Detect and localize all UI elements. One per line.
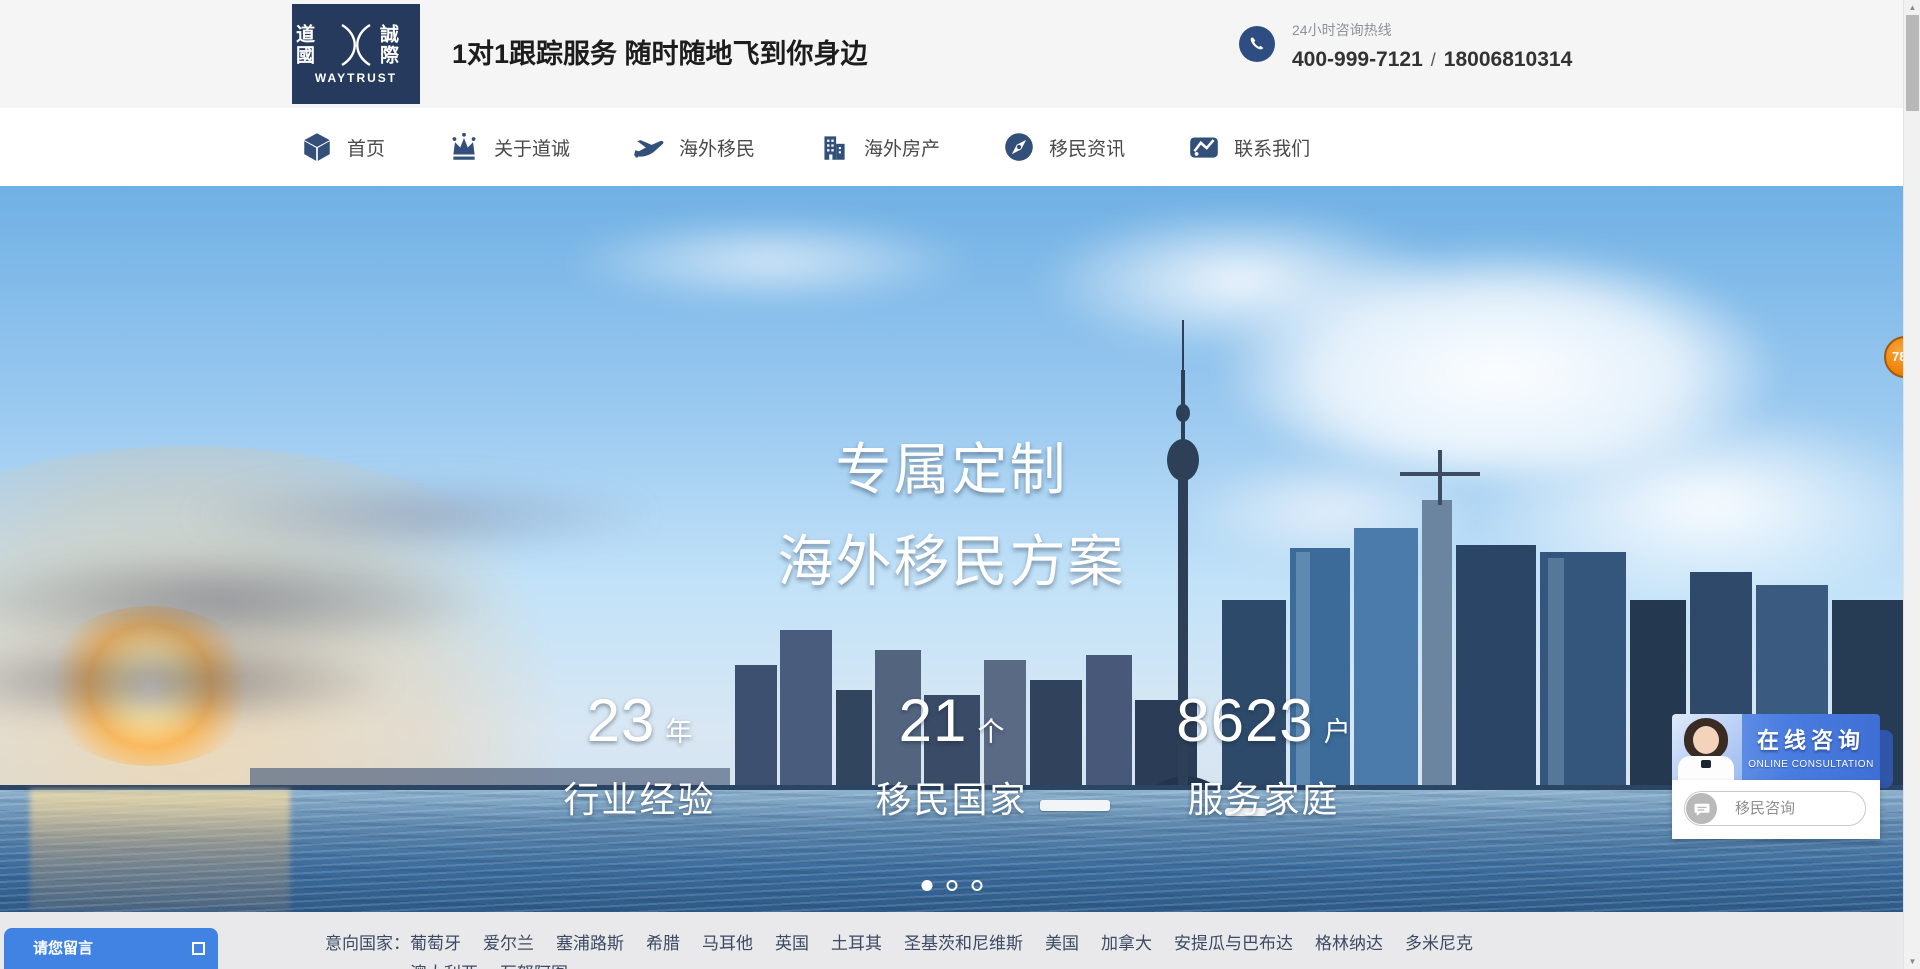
logo-cn-left: 道國 [293,24,335,66]
carousel-dots [921,880,982,891]
hero-banner: 专属定制 海外移民方案 23年 行业经验 21个 移民国家 8623 户 服务家庭 [0,186,1903,912]
nav-label: 移民资讯 [1049,134,1125,161]
logo-mark: 道國 誠際 [293,23,419,67]
nav-items: 首页 关于道诚 海外移民 [300,108,1372,186]
scrollbar-down-arrow[interactable]: ▼ [1904,957,1920,966]
page: 道國 誠際 WAYTRUST 1对1跟踪服务 随时随地飞到你身边 24小时咨询热… [0,0,1903,969]
consult-button-label: 移民咨询 [1735,792,1795,825]
phone-primary: 400-999-7121 [1292,48,1423,71]
nav-item-contact[interactable]: 联系我们 [1187,130,1310,164]
plane-icon [632,130,666,164]
nav-label: 海外移民 [679,134,755,161]
leave-message-bar[interactable]: 请您留言 [4,928,218,969]
stat-unit: 年 [665,710,692,749]
phone-icon [1239,26,1275,62]
stat-value: 21 [899,686,968,755]
nav-label: 关于道诚 [494,134,570,161]
country-link-antigua[interactable]: 安提瓜与巴布达 [1174,929,1293,959]
logo-cn-right: 誠際 [377,24,419,66]
restore-window-icon[interactable] [192,942,205,955]
footer: 意向国家： 葡萄牙 爱尔兰 塞浦路斯 希腊 马耳他 英国 土耳其 圣基茨和尼维斯… [0,912,1903,969]
nav-label: 首页 [347,134,385,161]
avatar-face [1693,726,1719,754]
nav-label: 联系我们 [1234,134,1310,161]
hotline-label: 24小时咨询热线 [1292,20,1392,40]
top-header: 道國 誠際 WAYTRUST 1对1跟踪服务 随时随地飞到你身边 24小时咨询热… [0,0,1903,108]
cube-icon [300,130,334,164]
country-link-grenada[interactable]: 格林纳达 [1315,929,1383,959]
footer-countries-row: 意向国家： 葡萄牙 爱尔兰 塞浦路斯 希腊 马耳他 英国 土耳其 圣基茨和尼维斯… [325,929,1580,969]
phone-numbers: 400-999-7121/18006810314 [1292,48,1572,72]
nav-item-immigration[interactable]: 海外移民 [632,130,755,164]
nav-label: 海外房产 [864,134,940,161]
logo[interactable]: 道國 誠際 WAYTRUST [292,4,420,104]
country-link-usa[interactable]: 美国 [1045,929,1079,959]
stat-label: 服务家庭 [1108,771,1420,823]
country-link-greece[interactable]: 希腊 [646,929,680,959]
scrollbar-up-arrow[interactable]: ▲ [1904,3,1920,12]
stat-unit: 个 [977,710,1004,749]
immigration-consult-button[interactable]: 移民咨询 [1684,791,1866,826]
nav-item-about[interactable]: 关于道诚 [447,130,570,164]
country-link-vanuatu[interactable]: 瓦努阿图 [500,959,568,969]
stat-value: 8623 [1176,686,1313,755]
consultation-titles: 在线咨询 ONLINE CONSULTATION [1742,714,1880,780]
avatar-bow [1701,760,1711,768]
consultant-avatar [1672,714,1742,780]
country-link-dominica[interactable]: 多米尼克 [1405,929,1473,959]
main-nav: 首页 关于道诚 海外移民 [0,108,1903,186]
country-link-australia[interactable]: 澳大利亚 [410,959,478,969]
nav-item-news[interactable]: 移民资讯 [1002,130,1125,164]
header-tagline: 1对1跟踪服务 随时随地飞到你身边 [452,0,868,108]
handshake-icon [1187,130,1221,164]
country-list: 葡萄牙 爱尔兰 塞浦路斯 希腊 马耳他 英国 土耳其 圣基茨和尼维斯 美国 加拿… [410,929,1580,969]
cloud [560,216,980,306]
compass-icon [1002,130,1036,164]
stat-experience: 23年 行业经验 [484,686,796,823]
country-link-malta[interactable]: 马耳他 [702,929,753,959]
carousel-dot-3[interactable] [971,880,982,891]
country-link-canada[interactable]: 加拿大 [1101,929,1152,959]
country-link-uk[interactable]: 英国 [775,929,809,959]
consultation-body: 移民咨询 [1672,780,1880,839]
scrollbar-thumb[interactable] [1906,15,1919,111]
stat-families: 8623 户 服务家庭 [1108,686,1420,823]
stat-unit: 户 [1324,710,1351,749]
logo-en: WAYTRUST [315,71,397,85]
phone-separator: / [1423,50,1444,70]
nav-item-property[interactable]: 海外房产 [817,130,940,164]
building-icon [817,130,851,164]
hero-stats: 23年 行业经验 21个 移民国家 8623 户 服务家庭 [484,686,1420,823]
hero-title-line1: 专属定制 [0,424,1903,516]
stat-value: 23 [587,686,656,755]
consultation-subtitle: ONLINE CONSULTATION [1742,759,1880,770]
logo-lens-icon [339,23,373,67]
country-link-stkitts[interactable]: 圣基茨和尼维斯 [904,929,1023,959]
nav-item-home[interactable]: 首页 [300,130,385,164]
country-link-turkey[interactable]: 土耳其 [831,929,882,959]
hero-title: 专属定制 海外移民方案 [0,424,1903,608]
stat-countries: 21个 移民国家 [796,686,1108,823]
message-bar-label: 请您留言 [33,928,93,969]
country-link-cyprus[interactable]: 塞浦路斯 [556,929,624,959]
hero-title-line2: 海外移民方案 [0,516,1903,608]
country-link-portugal[interactable]: 葡萄牙 [410,929,461,959]
stat-label: 移民国家 [796,771,1108,823]
country-link-ireland[interactable]: 爱尔兰 [483,929,534,959]
consultation-header: 在线咨询 ONLINE CONSULTATION [1672,714,1880,780]
footer-prefix: 意向国家： [325,929,410,959]
phone-secondary: 18006810314 [1444,48,1572,71]
carousel-dot-1[interactable] [921,880,932,891]
scrollbar[interactable]: ▲ ▼ [1903,0,1920,969]
carousel-dot-2[interactable] [946,880,957,891]
chat-bubble-icon [1686,793,1717,824]
sun-reflection [30,790,290,912]
crown-icon [447,130,481,164]
stat-label: 行业经验 [484,771,796,823]
consultation-title: 在线咨询 [1742,723,1880,755]
